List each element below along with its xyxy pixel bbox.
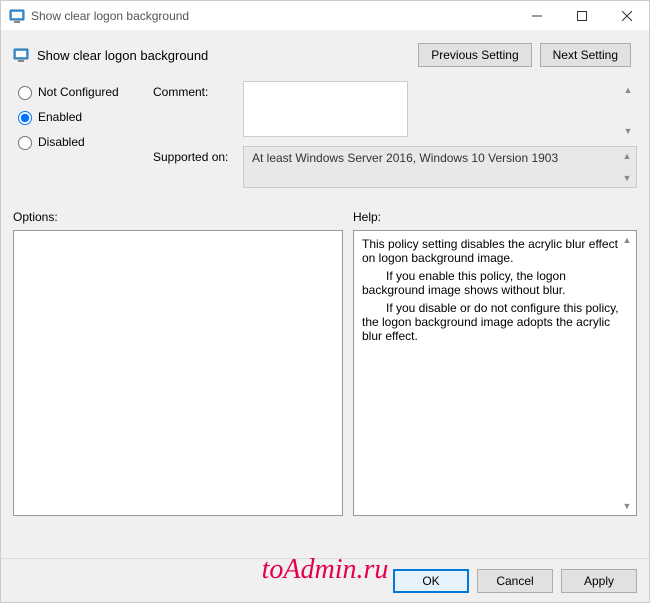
help-text: This policy setting disables the acrylic… — [362, 237, 628, 343]
policy-icon — [13, 47, 29, 63]
scroll-down-icon[interactable]: ▼ — [620, 499, 634, 513]
supported-on-text: At least Windows Server 2016, Windows 10… — [252, 151, 558, 165]
config-block: Not Configured Enabled Disabled Comment:… — [13, 75, 637, 194]
help-paragraph-1: This policy setting disables the acrylic… — [362, 237, 628, 265]
supported-on-label: Supported on: — [153, 146, 243, 164]
scroll-down-icon[interactable]: ▼ — [621, 124, 635, 138]
apply-button[interactable]: Apply — [561, 569, 637, 593]
options-panel — [13, 230, 343, 516]
scroll-up-icon[interactable]: ▲ — [620, 149, 634, 163]
next-setting-button[interactable]: Next Setting — [540, 43, 631, 67]
dialog-footer: OK Cancel Apply — [1, 558, 649, 602]
state-radio-group: Not Configured Enabled Disabled — [13, 81, 153, 194]
comment-textarea[interactable] — [243, 81, 408, 137]
radio-enabled-label: Enabled — [38, 110, 82, 124]
window-buttons — [514, 1, 649, 30]
previous-setting-button[interactable]: Previous Setting — [418, 43, 531, 67]
supported-on-value: At least Windows Server 2016, Windows 10… — [243, 146, 637, 188]
help-paragraph-3: If you disable or do not configure this … — [362, 301, 628, 343]
radio-disabled[interactable]: Disabled — [13, 133, 153, 150]
ok-button[interactable]: OK — [393, 569, 469, 593]
close-button[interactable] — [604, 1, 649, 30]
help-panel: This policy setting disables the acrylic… — [353, 230, 637, 516]
titlebar: Show clear logon background — [1, 1, 649, 31]
maximize-button[interactable] — [559, 1, 604, 30]
policy-header: Show clear logon background Previous Set… — [13, 39, 637, 75]
window-title: Show clear logon background — [31, 9, 189, 23]
radio-enabled[interactable]: Enabled — [13, 108, 153, 125]
radio-disabled-label: Disabled — [38, 135, 85, 149]
help-label: Help: — [353, 210, 637, 224]
options-label: Options: — [13, 210, 343, 224]
scroll-down-icon[interactable]: ▼ — [620, 171, 634, 185]
radio-enabled-input[interactable] — [18, 111, 32, 125]
scroll-up-icon[interactable]: ▲ — [621, 83, 635, 97]
lower-panels: Options: Help: This policy setting disab… — [13, 210, 637, 516]
policy-name: Show clear logon background — [37, 48, 208, 63]
radio-not-configured[interactable]: Not Configured — [13, 83, 153, 100]
cancel-button[interactable]: Cancel — [477, 569, 553, 593]
scroll-up-icon[interactable]: ▲ — [620, 233, 634, 247]
comment-label: Comment: — [153, 81, 243, 99]
minimize-button[interactable] — [514, 1, 559, 30]
content-area: Show clear logon background Previous Set… — [1, 31, 649, 602]
help-paragraph-2: If you enable this policy, the logon bac… — [362, 269, 628, 297]
app-icon — [9, 8, 25, 24]
radio-not-configured-input[interactable] — [18, 86, 32, 100]
radio-disabled-input[interactable] — [18, 136, 32, 150]
radio-not-configured-label: Not Configured — [38, 85, 119, 99]
